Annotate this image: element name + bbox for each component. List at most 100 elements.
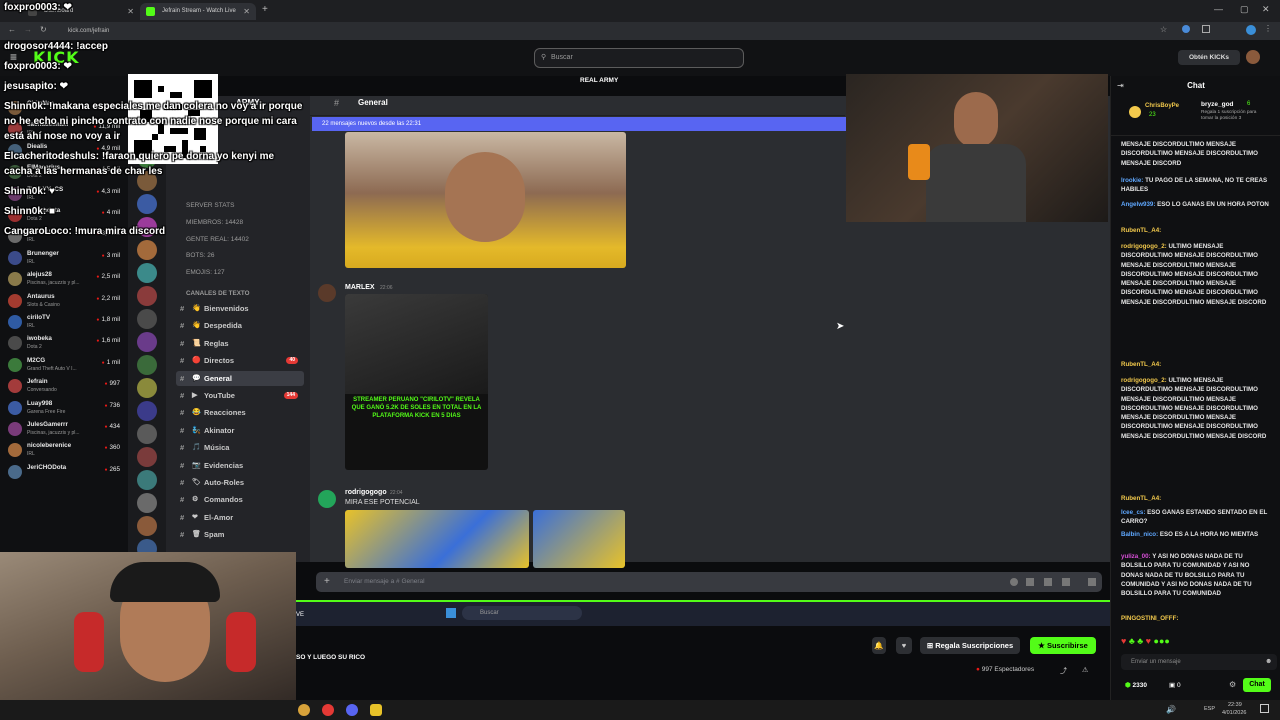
chat-username[interactable]: rodrigogogo_2:: [1121, 243, 1167, 250]
chat-username[interactable]: Irookie:: [1121, 177, 1143, 184]
chat-username[interactable]: RubenTL_A4:: [1121, 361, 1161, 368]
gift-subs-button[interactable]: ⊞ Regala Suscripciones: [920, 637, 1020, 654]
emote-bar[interactable]: ♥ ♣ ♣ ♥ ●●●: [1121, 636, 1170, 646]
gif-icon[interactable]: [1026, 578, 1034, 586]
chat-message[interactable]: MENSAJE DISCORDULTIMO MENSAJE DISCORDULT…: [1121, 140, 1273, 168]
discord-channel[interactable]: # 📷 Evidencias: [176, 458, 304, 473]
sidebar-channel[interactable]: alejus28Piscinas, jacuzzis y pl... 2,5 mi…: [0, 269, 128, 291]
pinned-user[interactable]: ChrisBoyPe: [1145, 103, 1179, 109]
chat-message[interactable]: Icee_cs: ESO GANAS ESTANDO SENTADO EN EL…: [1121, 508, 1273, 527]
message-image-news[interactable]: STREAMER PERUANO "CIRILOTV" REVELA QUE G…: [345, 294, 488, 470]
emoji-icon[interactable]: [1062, 578, 1070, 586]
chat-username[interactable]: yuliza_00:: [1121, 553, 1151, 560]
maximize-button[interactable]: ▢: [1240, 4, 1249, 15]
server-icon[interactable]: [137, 447, 157, 467]
attach-plus-icon[interactable]: +: [324, 572, 330, 592]
discord-channel[interactable]: # 👋 Despedida: [176, 318, 304, 333]
discord-channel[interactable]: # 🧞 Akinator: [176, 423, 304, 438]
discord-channel[interactable]: # 🏷 Auto-Roles: [176, 475, 304, 490]
chat-username[interactable]: Angelw939:: [1121, 201, 1155, 208]
server-icon[interactable]: [137, 240, 157, 260]
sidepanel-icon[interactable]: [1202, 25, 1210, 33]
chat-username[interactable]: Icee_cs:: [1121, 509, 1145, 516]
volume-icon[interactable]: 🔊: [1166, 705, 1176, 714]
sidebar-channel[interactable]: BrunengerIRL 3 mil: [0, 248, 128, 270]
server-icon[interactable]: [137, 355, 157, 375]
user-avatar[interactable]: [1246, 50, 1260, 64]
author-avatar[interactable]: [318, 490, 336, 508]
discord-channel[interactable]: # 📜 Reglas: [176, 336, 304, 351]
server-icon[interactable]: [137, 493, 157, 513]
close-window-button[interactable]: ✕: [1262, 4, 1270, 15]
chat-username[interactable]: RubenTL_A4:: [1121, 495, 1161, 502]
server-stat[interactable]: SERVER STATS: [186, 202, 234, 209]
discord-channel[interactable]: # 🎵 Música: [176, 440, 304, 455]
sidebar-channel[interactable]: AntaurusSlots & Casino 2,2 mil: [0, 291, 128, 313]
server-stat[interactable]: GENTE REAL: 14402: [186, 236, 249, 243]
chrome-icon[interactable]: [298, 704, 310, 716]
notifications-icon[interactable]: [1260, 704, 1269, 713]
minimize-button[interactable]: —: [1214, 4, 1223, 14]
tab-jefrain-stream[interactable]: Jefrain Stream - Watch Live ✕: [140, 3, 256, 20]
chat-username[interactable]: rodrigogogo_2:: [1121, 377, 1167, 384]
chat-username[interactable]: RubenTL_A4:: [1121, 227, 1161, 234]
server-icon[interactable]: [137, 194, 157, 214]
new-tab-button[interactable]: +: [262, 4, 268, 15]
sidebar-channel[interactable]: M2CGGrand Theft Auto V I... 1 mil: [0, 355, 128, 377]
points-counter[interactable]: ⬢ 2330: [1125, 681, 1147, 689]
discord-message-input[interactable]: + Enviar mensaje a # General: [316, 572, 1102, 592]
kicks-counter[interactable]: ▣ 0: [1169, 681, 1181, 689]
report-icon[interactable]: ⚠: [1082, 666, 1088, 674]
extension-icon[interactable]: [1182, 25, 1190, 33]
server-icon[interactable]: [137, 309, 157, 329]
message-author[interactable]: rodrigogogo: [345, 489, 387, 496]
browser-menu-icon[interactable]: ⋮: [1264, 24, 1272, 33]
back-icon[interactable]: ←: [8, 25, 16, 34]
discord-channel[interactable]: # 🔴 Directos 40: [176, 353, 304, 368]
sidebar-channel[interactable]: JeriCHODota 265: [0, 462, 128, 484]
tab-close-icon[interactable]: ✕: [127, 3, 134, 20]
clock-time[interactable]: 22:39: [1228, 702, 1242, 708]
server-icon[interactable]: [137, 401, 157, 421]
server-stat[interactable]: MIEMBROS: 14428: [186, 219, 243, 226]
discord-channel[interactable]: # ▶ YouTube 144: [176, 388, 304, 403]
discord-channel[interactable]: # ❤ El-Amor: [176, 510, 304, 525]
server-icon[interactable]: [137, 424, 157, 444]
chat-message[interactable]: Angelw939: ESO LO GANAS EN UN HORA POTON: [1121, 200, 1273, 209]
category-text-channels[interactable]: CANALES DE TEXTO: [186, 290, 250, 297]
emoji-picker-icon[interactable]: ☻: [1265, 654, 1272, 670]
server-stat[interactable]: BOTS: 26: [186, 252, 215, 259]
search-input[interactable]: ⚲ Buscar: [534, 48, 744, 68]
reload-icon[interactable]: ↻: [40, 25, 47, 34]
chat-send-button[interactable]: Chat: [1243, 678, 1271, 692]
language-indicator[interactable]: ESP: [1204, 706, 1215, 712]
chat-message[interactable]: RubenTL_A4:: [1121, 226, 1273, 235]
server-icon[interactable]: [137, 516, 157, 536]
profile-avatar[interactable]: [1246, 25, 1256, 35]
chat-message[interactable]: Balbin_nico: ESO ES A LA HORA NO MIENTAS: [1121, 530, 1273, 539]
chat-message[interactable]: rodrigogogo_2: ULTIMO MENSAJE DISCORDULT…: [1121, 376, 1273, 441]
chat-settings-icon[interactable]: ⚙: [1229, 680, 1236, 689]
gift-user[interactable]: bryze_god: [1201, 101, 1234, 108]
notifications-bell-button[interactable]: 🔔: [872, 637, 886, 654]
chat-message[interactable]: RubenTL_A4:: [1121, 360, 1273, 369]
server-icon[interactable]: [137, 470, 157, 490]
clock-date[interactable]: 4/01/2026: [1222, 710, 1246, 716]
tab-close-icon[interactable]: ✕: [243, 3, 250, 20]
forward-icon[interactable]: →: [24, 25, 32, 34]
discord-channel[interactable]: # 😂 Reacciones: [176, 405, 304, 420]
obs-icon[interactable]: [322, 704, 334, 716]
chat-username[interactable]: Balbin_nico:: [1121, 531, 1158, 538]
server-icon[interactable]: [137, 263, 157, 283]
sidebar-channel[interactable]: Luay998Garena Free Fire 736: [0, 398, 128, 420]
follow-heart-button[interactable]: ♥: [896, 637, 912, 654]
server-icon[interactable]: [137, 286, 157, 306]
discord-channel[interactable]: # 🗑 Spam: [176, 527, 304, 542]
sidebar-channel[interactable]: JefrainConversando 997: [0, 376, 128, 398]
sticker-icon[interactable]: [1044, 578, 1052, 586]
chat-message[interactable]: RubenTL_A4:: [1121, 494, 1273, 503]
message-image-2[interactable]: [533, 510, 625, 568]
message-author[interactable]: MARLEX: [345, 284, 375, 291]
bookmark-star-icon[interactable]: ☆: [1160, 25, 1167, 34]
chat-message[interactable]: Irookie: TU PAGO DE LA SEMANA, NO TE CRE…: [1121, 176, 1273, 195]
